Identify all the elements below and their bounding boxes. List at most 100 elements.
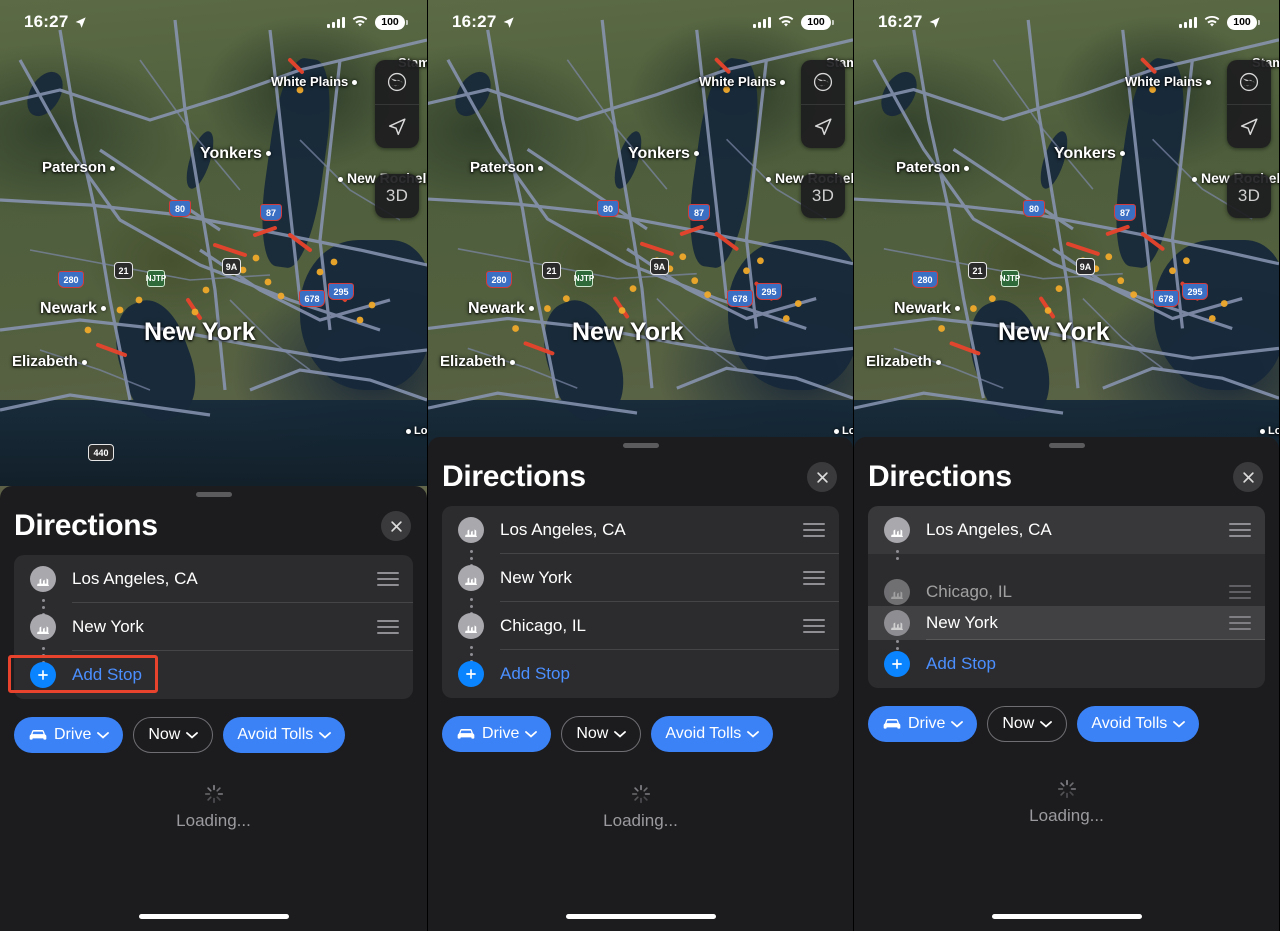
highway-shield: 678 (299, 290, 325, 307)
avoid-tolls-button[interactable]: Avoid Tolls (223, 717, 346, 753)
departure-time-button[interactable]: Now (561, 716, 642, 752)
locate-me-icon[interactable] (1227, 104, 1271, 148)
table-row[interactable]: New York (442, 554, 839, 602)
3d-toggle-button[interactable]: 3D (801, 174, 845, 218)
loading-indicator: Loading... (854, 742, 1279, 931)
stop-label: New York (500, 568, 572, 587)
highway-shield: 678 (1153, 290, 1179, 307)
close-icon[interactable] (381, 511, 411, 541)
directions-sheet: Directions Los Angeles, CA (854, 437, 1279, 931)
table-row[interactable]: Los Angeles, CA (868, 506, 1265, 554)
city-pin-icon (30, 566, 56, 592)
table-row-dragging[interactable]: Chicago, IL (868, 568, 1265, 616)
drag-handle-icon[interactable] (1229, 585, 1251, 599)
route-options: Drive Now Avoid Tolls (428, 698, 853, 752)
stops-list: Los Angeles, CA New York (442, 506, 839, 698)
map-controls-group[interactable] (375, 60, 419, 148)
globe-icon[interactable] (801, 60, 845, 104)
map-label: Long Beach (406, 425, 427, 437)
route-dots (896, 550, 899, 560)
battery-indicator: 100 (801, 14, 834, 30)
car-icon (29, 730, 47, 740)
cellular-bars-icon (327, 16, 345, 28)
transport-mode-button[interactable]: Drive (868, 706, 978, 742)
stop-label: Los Angeles, CA (926, 520, 1052, 539)
map-label: Yonkers (628, 145, 699, 163)
drag-handle-icon[interactable] (377, 620, 399, 634)
page-title: Directions (14, 509, 158, 542)
highway-shield: 80 (597, 200, 619, 217)
highway-shield: NJTP (146, 270, 166, 287)
phone-screen-2: White Plains Yonkers Paterson New Rochel… (427, 0, 853, 931)
drag-handle-icon[interactable] (803, 571, 825, 585)
drag-handle-icon[interactable] (377, 572, 399, 586)
add-stop-label: Add Stop (72, 665, 142, 684)
map-controls-group[interactable] (1227, 60, 1271, 148)
table-row[interactable]: New York (14, 603, 413, 651)
status-bar: 16:27 100 (428, 0, 853, 44)
drag-handle-icon[interactable] (803, 523, 825, 537)
map-label: White Plains (271, 74, 358, 89)
transport-mode-button[interactable]: Drive (14, 717, 124, 753)
stop-label: Chicago, IL (500, 616, 586, 635)
location-arrow-icon (504, 16, 515, 28)
highway-shield: 87 (1114, 204, 1136, 221)
add-stop-row[interactable]: Add Stop (442, 650, 839, 698)
highway-shield: 87 (260, 204, 282, 221)
highway-shield: 295 (756, 283, 782, 300)
chevron-down-icon (1173, 721, 1186, 728)
loading-label: Loading... (1029, 805, 1104, 825)
avoid-tolls-button[interactable]: Avoid Tolls (651, 716, 774, 752)
status-time: 16:27 (452, 12, 497, 31)
close-icon[interactable] (1233, 462, 1263, 492)
globe-icon[interactable] (1227, 60, 1271, 104)
map-label: Elizabeth (440, 353, 515, 370)
transport-mode-label: Drive (908, 715, 946, 732)
highway-shield: 295 (328, 283, 354, 300)
map-label: Paterson (42, 159, 116, 176)
chevron-down-icon (747, 731, 760, 738)
page-title: Directions (442, 460, 586, 493)
chevron-down-icon (97, 732, 110, 739)
map-label: White Plains (699, 74, 786, 89)
location-arrow-icon (76, 16, 87, 28)
globe-icon[interactable] (375, 60, 419, 104)
status-time: 16:27 (24, 12, 69, 31)
chevron-down-icon (186, 732, 199, 739)
locate-me-icon[interactable] (801, 104, 845, 148)
map-roads-layer (428, 19, 853, 415)
table-row[interactable]: Los Angeles, CA (442, 506, 839, 554)
highway-shield: 9A (650, 258, 669, 275)
phone-screen-1: White Plains Yonkers Paterson New Rochel… (0, 0, 427, 931)
wifi-icon (778, 16, 794, 27)
map-label: Long Beach (834, 425, 853, 437)
locate-me-icon[interactable] (375, 104, 419, 148)
transport-mode-button[interactable]: Drive (442, 716, 552, 752)
phone-screen-3: White Plains Yonkers Paterson New Rochel… (853, 0, 1279, 931)
drag-handle-icon[interactable] (803, 619, 825, 633)
table-row[interactable]: Chicago, IL (442, 602, 839, 650)
home-indicator (991, 914, 1142, 919)
drag-handle-icon[interactable] (1229, 523, 1251, 537)
map-label: White Plains (1125, 74, 1212, 89)
loading-label: Loading... (176, 811, 251, 830)
add-stop-row[interactable]: Add Stop (868, 640, 1265, 688)
car-icon (883, 719, 901, 729)
add-stop-row[interactable]: Add Stop (14, 651, 413, 699)
highway-shield: 80 (169, 200, 191, 217)
map-controls-group[interactable] (801, 60, 845, 148)
departure-time-button[interactable]: Now (133, 717, 214, 753)
avoid-tolls-button[interactable]: Avoid Tolls (1077, 706, 1200, 742)
stop-label: Los Angeles, CA (500, 520, 626, 539)
highway-shield: 280 (912, 271, 938, 288)
departure-time-button[interactable]: Now (987, 706, 1068, 742)
highway-shield: 21 (542, 262, 561, 279)
drag-handle-icon[interactable] (1229, 616, 1251, 630)
close-icon[interactable] (807, 462, 837, 492)
city-pin-icon (458, 565, 484, 591)
city-pin-icon (884, 579, 910, 605)
table-row[interactable]: Los Angeles, CA (14, 555, 413, 603)
3d-toggle-button[interactable]: 3D (375, 174, 419, 218)
add-stop-label: Add Stop (926, 654, 996, 673)
3d-toggle-button[interactable]: 3D (1227, 174, 1271, 218)
